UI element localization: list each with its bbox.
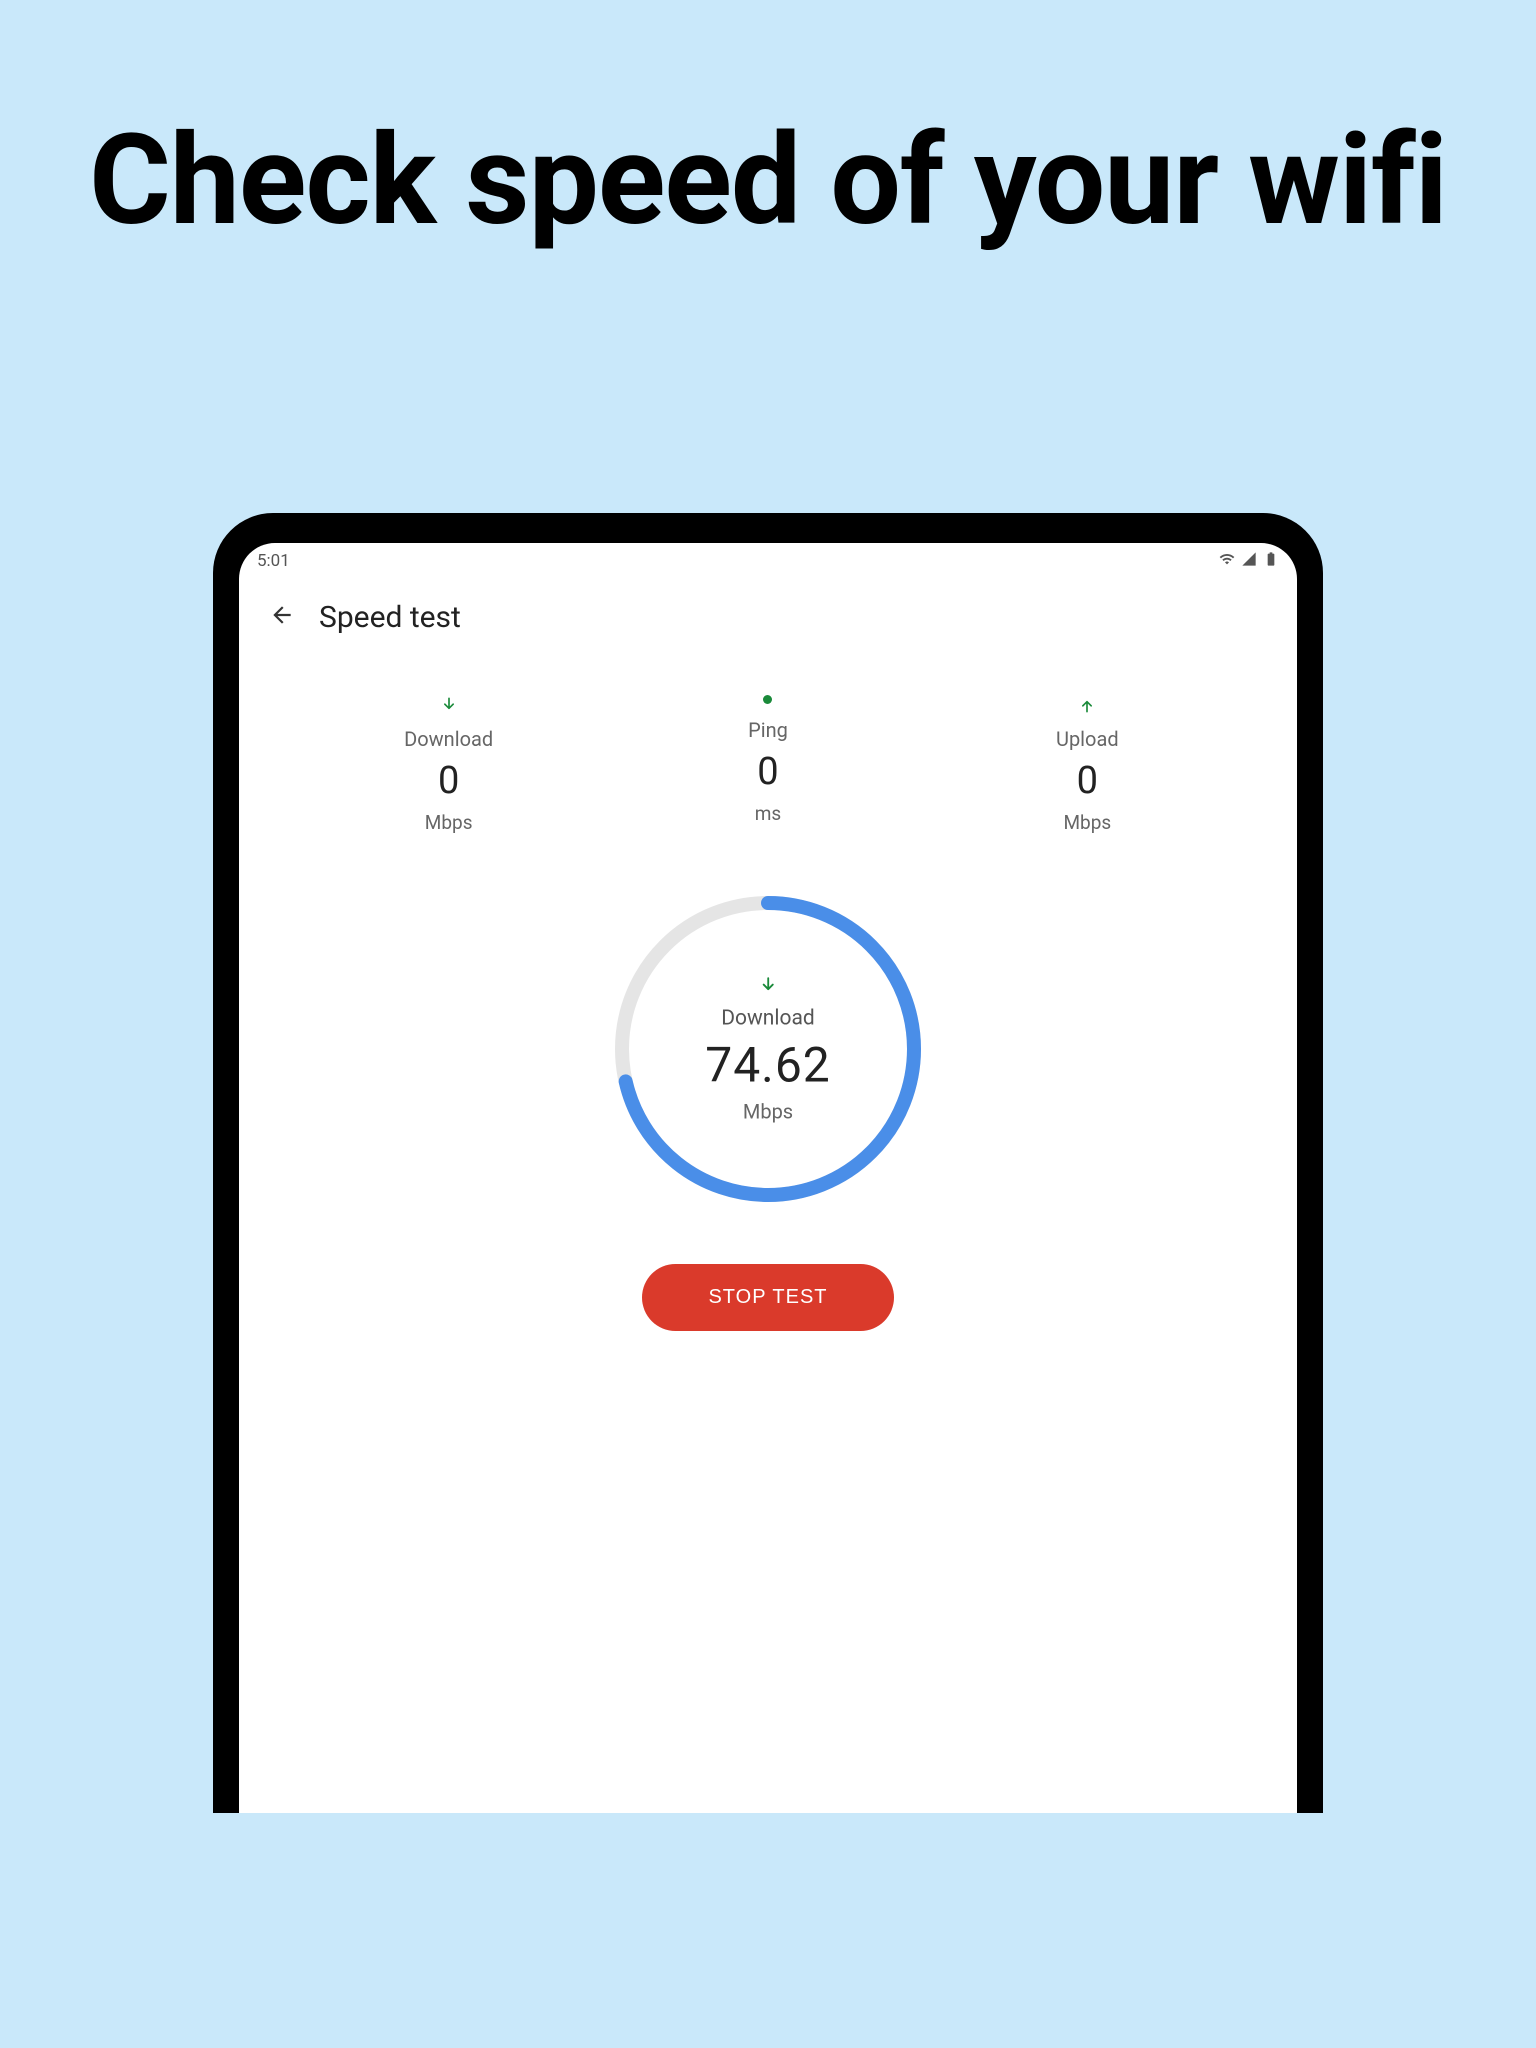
gauge-download-arrow-icon <box>757 974 779 1000</box>
ping-value: 0 <box>757 750 778 794</box>
gauge-value: 74.62 <box>705 1036 831 1093</box>
upload-arrow-icon <box>1077 695 1097 719</box>
status-bar: 5:01 <box>239 543 1297 580</box>
download-metric: Download 0 Mbps <box>349 695 549 834</box>
ping-label: Ping <box>748 718 788 742</box>
battery-icon <box>1263 551 1279 572</box>
gauge-unit: Mbps <box>743 1099 793 1123</box>
status-time: 5:01 <box>257 551 290 571</box>
ping-metric: Ping 0 ms <box>668 695 868 834</box>
back-arrow-icon[interactable] <box>269 602 295 632</box>
upload-unit: Mbps <box>1063 811 1111 834</box>
device-screen: 5:01 Speed test <box>239 543 1297 1813</box>
upload-metric: Upload 0 Mbps <box>987 695 1187 834</box>
device-frame: 5:01 Speed test <box>213 513 1323 1813</box>
status-icons <box>1219 551 1279 572</box>
wifi-icon <box>1219 551 1235 572</box>
app-bar: Speed test <box>239 580 1297 655</box>
download-value: 0 <box>438 759 459 803</box>
metrics-row: Download 0 Mbps Ping 0 ms Upload 0 Mbps <box>239 695 1297 834</box>
promo-header: Check speed of your wifi <box>89 100 1447 263</box>
gauge-label: Download <box>721 1006 815 1030</box>
signal-icon <box>1241 551 1257 572</box>
ping-unit: ms <box>755 802 781 825</box>
download-label: Download <box>404 727 493 751</box>
ping-dot-icon <box>763 695 772 704</box>
gauge-container: Download 74.62 Mbps <box>239 894 1297 1204</box>
upload-value: 0 <box>1077 759 1098 803</box>
speed-gauge: Download 74.62 Mbps <box>613 894 923 1204</box>
gauge-content: Download 74.62 Mbps <box>705 974 831 1123</box>
download-unit: Mbps <box>425 811 473 834</box>
upload-label: Upload <box>1056 727 1119 751</box>
download-arrow-icon <box>439 695 459 719</box>
stop-test-button[interactable]: STOP TEST <box>642 1264 893 1331</box>
button-container: STOP TEST <box>239 1264 1297 1331</box>
app-title: Speed test <box>319 600 461 635</box>
